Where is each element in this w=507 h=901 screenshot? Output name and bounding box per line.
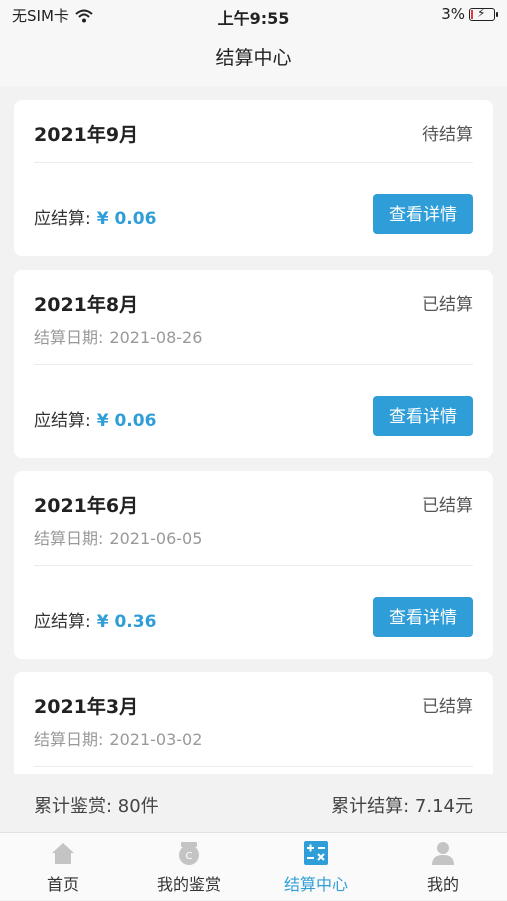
tab-mine[interactable]: 我的 xyxy=(380,833,506,901)
settlement-date-row: 结算日期: 2021-08-26 xyxy=(34,324,202,348)
home-icon xyxy=(52,843,74,864)
tab-label: 结算中心 xyxy=(283,875,348,894)
amount-label: 应结算: xyxy=(34,411,91,431)
amount-value: ¥ 0.06 xyxy=(96,411,157,431)
card-month: 2021年6月 xyxy=(34,495,139,517)
tab-bar: 首页 C 我的鉴赏 结算中心 我的 xyxy=(0,832,507,900)
svg-text:C: C xyxy=(186,851,193,862)
total-settlement: 累计结算: 7.14元 xyxy=(331,796,473,817)
amount-label: 应结算: xyxy=(34,612,91,632)
date-label: 结算日期: xyxy=(34,529,104,548)
card-status: 已结算 xyxy=(422,295,473,315)
date-label: 结算日期: xyxy=(34,328,104,347)
view-details-button[interactable]: 查看详情 xyxy=(373,396,473,436)
view-details-button[interactable]: 查看详情 xyxy=(373,597,473,637)
amount-row: 应结算: ¥ 0.06 xyxy=(34,204,156,229)
card-status: 已结算 xyxy=(422,697,473,717)
clock: 上午9:55 xyxy=(217,9,290,28)
tab-my-appraisals[interactable]: C 我的鉴赏 xyxy=(126,833,252,901)
appraisal-icon: C xyxy=(179,842,199,865)
card-month: 2021年8月 xyxy=(34,294,139,316)
status-bar: 无SIM卡 上午9:55 3% ⚡ xyxy=(0,0,507,30)
card-month: 2021年9月 xyxy=(34,124,139,146)
card-status: 待结算 xyxy=(422,125,473,145)
amount-value: ¥ 0.36 xyxy=(96,612,157,632)
card-divider xyxy=(34,565,473,566)
settlement-card: 2021年6月 已结算 结算日期: 2021-06-05 应结算: ¥ 0.36 查… xyxy=(14,471,493,659)
date-value: 2021-03-02 xyxy=(109,730,203,749)
settlement-list[interactable]: 2021年9月 待结算 应结算: ¥ 0.06 查看详情 2021年8月 已结算 … xyxy=(0,86,507,774)
settlement-date-row: 结算日期: 2021-06-05 xyxy=(34,525,202,549)
amount-row: 应结算: ¥ 0.36 xyxy=(34,607,156,632)
card-month: 2021年3月 xyxy=(34,696,139,718)
calculator-icon xyxy=(304,841,328,865)
settlement-card: 2021年8月 已结算 结算日期: 2021-08-26 应结算: ¥ 0.06 查… xyxy=(14,270,493,458)
amount-value: ¥ 0.06 xyxy=(96,209,157,229)
card-status: 已结算 xyxy=(422,496,473,516)
tab-label: 我的 xyxy=(426,875,459,894)
total-appraisals: 累计鉴赏: 80件 xyxy=(34,796,159,817)
card-divider xyxy=(34,162,473,163)
tab-settlement-center[interactable]: 结算中心 xyxy=(253,833,379,901)
view-details-button[interactable]: 查看详情 xyxy=(373,194,473,234)
date-label: 结算日期: xyxy=(34,730,104,749)
amount-label: 应结算: xyxy=(34,209,91,229)
battery-percent: 3% xyxy=(441,5,465,23)
card-divider xyxy=(34,364,473,365)
nav-bar: 结算中心 xyxy=(0,30,507,86)
settlement-card: 2021年9月 待结算 应结算: ¥ 0.06 查看详情 xyxy=(14,100,493,256)
card-divider xyxy=(34,766,473,767)
date-value: 2021-08-26 xyxy=(109,328,203,347)
tab-home[interactable]: 首页 xyxy=(0,833,126,901)
status-right: 3% ⚡ xyxy=(441,5,498,23)
amount-row: 应结算: ¥ 0.06 xyxy=(34,406,156,431)
settlement-card: 2021年3月 已结算 结算日期: 2021-03-02 xyxy=(14,672,493,774)
user-icon xyxy=(432,842,454,865)
date-value: 2021-06-05 xyxy=(109,529,203,548)
summary-bar: 累计鉴赏: 80件 累计结算: 7.14元 xyxy=(0,774,507,832)
tab-label: 我的鉴赏 xyxy=(156,875,221,894)
page-title: 结算中心 xyxy=(215,47,292,69)
tab-label: 首页 xyxy=(46,875,79,894)
battery-icon: ⚡ xyxy=(469,6,498,21)
settlement-date-row: 结算日期: 2021-03-02 xyxy=(34,726,202,750)
